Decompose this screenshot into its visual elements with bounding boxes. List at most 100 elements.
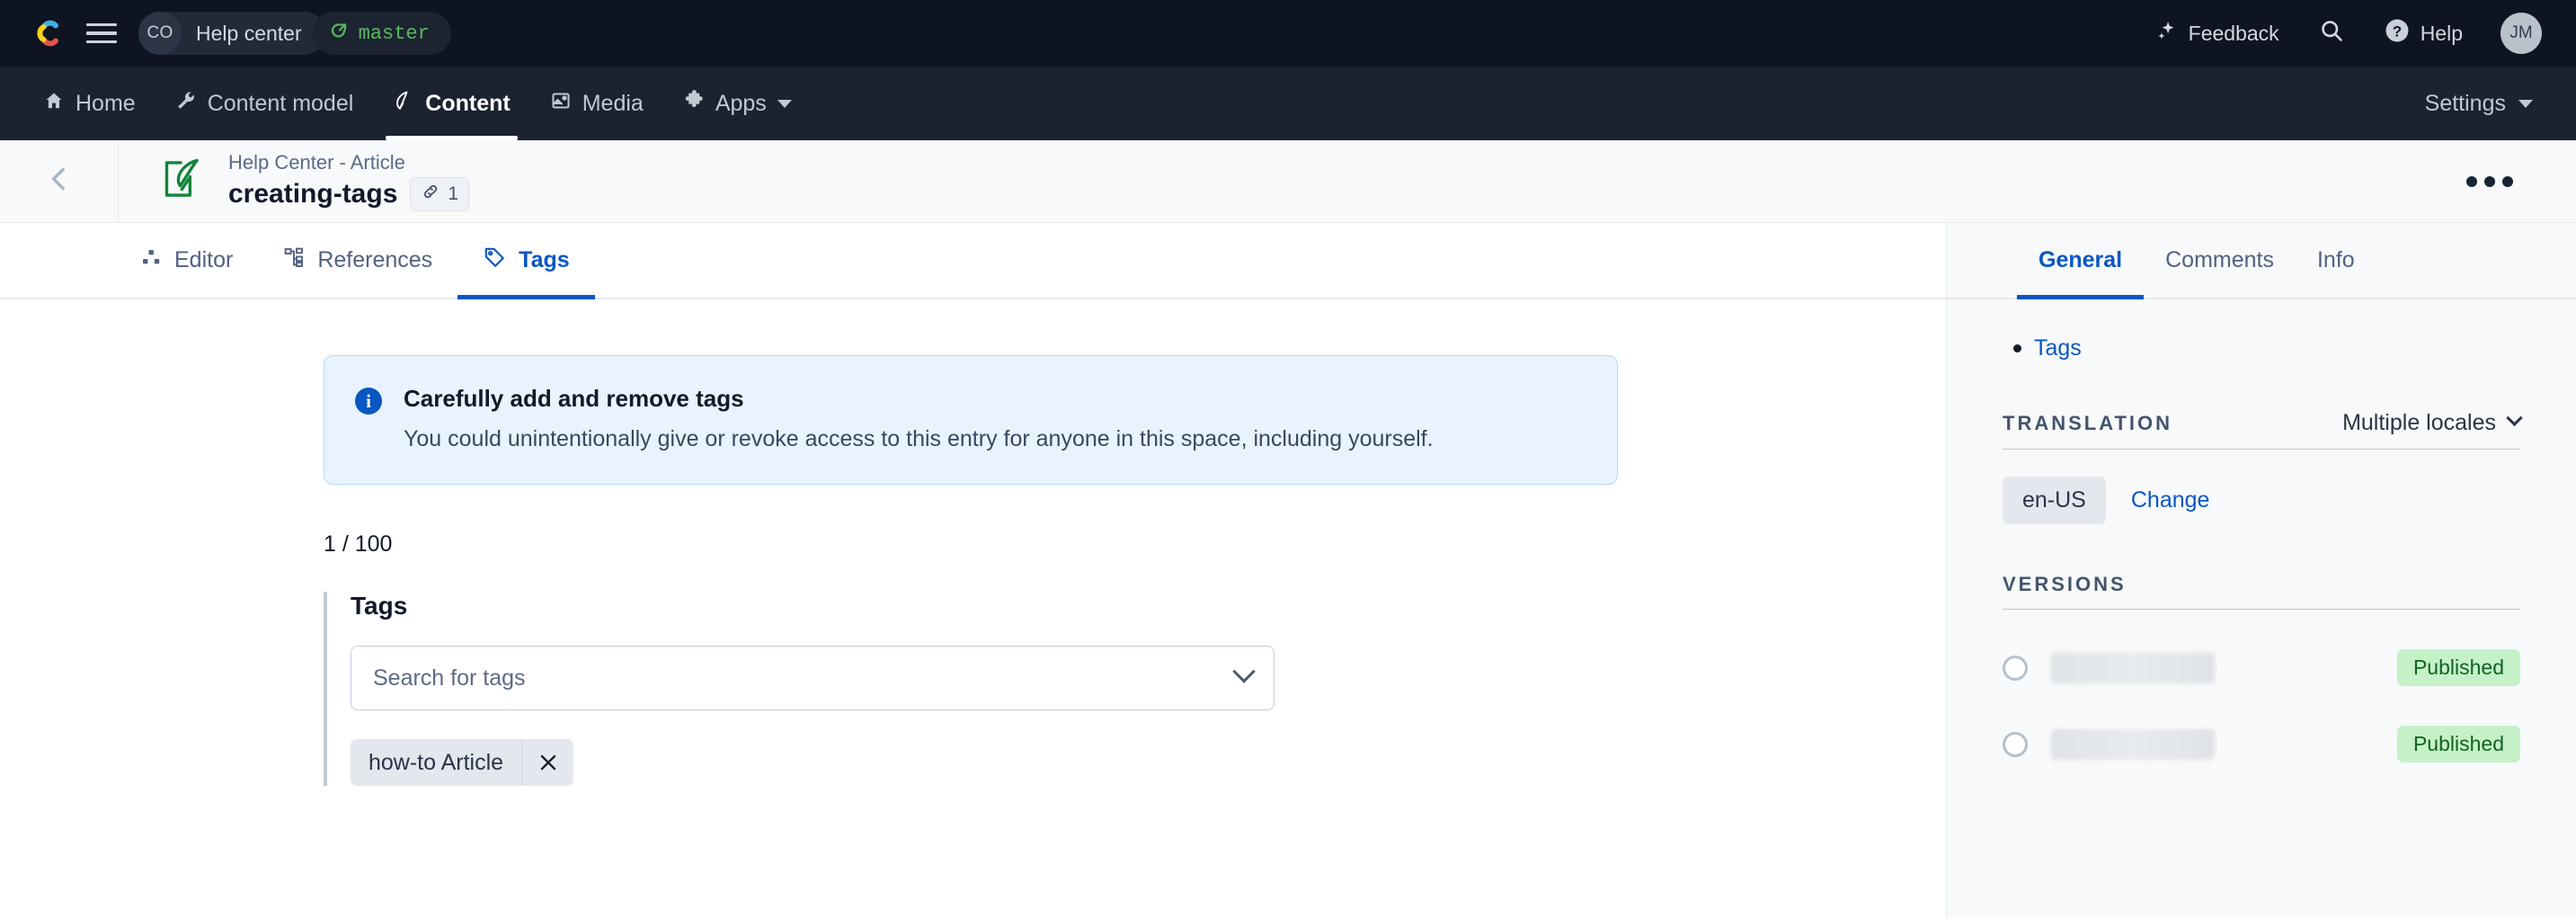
image-icon — [550, 90, 572, 118]
chevron-down-icon — [1232, 660, 1255, 683]
entry-content-type: Help Center - Article — [228, 151, 469, 174]
top-bar: CO Help center master Feedback — [0, 0, 2576, 67]
sidebar: General Comments Info Tags TRANSLATION M… — [1947, 223, 2576, 918]
main-navigation: Home Content model Content Media — [0, 67, 2576, 140]
versions-title: VERSIONS — [2003, 573, 2127, 596]
tab-label: References — [317, 247, 432, 273]
change-locale-link[interactable]: Change — [2131, 487, 2210, 513]
version-radio[interactable] — [2003, 656, 2028, 681]
tags-counter: 1 / 100 — [324, 531, 1946, 558]
info-banner-body: You could unintentionally give or revoke… — [404, 423, 1434, 455]
feedback-button[interactable]: Feedback — [2136, 0, 2299, 67]
version-row[interactable]: Published — [2003, 726, 2520, 763]
chevron-down-icon — [777, 100, 792, 108]
sidebar-content: Tags TRANSLATION Multiple locales en-US … — [1947, 335, 2576, 763]
puzzle-piece-icon — [683, 90, 705, 118]
version-row[interactable]: Published — [2003, 649, 2520, 686]
nav-item-content-model[interactable]: Content model — [155, 67, 374, 140]
link-icon — [421, 182, 440, 207]
contentful-logo-icon[interactable] — [34, 17, 67, 49]
tag-icon — [483, 245, 506, 275]
locales-selector[interactable]: Multiple locales — [2342, 410, 2520, 436]
info-banner: i Carefully add and remove tags You coul… — [324, 355, 1618, 485]
article-feather-icon — [153, 151, 209, 211]
body: Editor References — [0, 223, 2576, 918]
locales-selector-label: Multiple locales — [2342, 410, 2496, 436]
avatar[interactable]: JM — [2500, 13, 2542, 54]
editor-blocks-icon — [140, 246, 162, 274]
settings-menu[interactable]: Settings — [2405, 67, 2553, 140]
info-banner-title: Carefully add and remove tags — [404, 385, 1434, 413]
version-label-placeholder — [2051, 729, 2215, 760]
selected-tag-pill[interactable]: how-to Article — [351, 739, 573, 786]
version-label-placeholder — [2051, 653, 2215, 683]
top-bar-actions: Feedback ? Help JM — [2136, 0, 2542, 67]
space-avatar: CO — [138, 12, 182, 55]
nav-item-content[interactable]: Content — [373, 67, 529, 140]
version-radio[interactable] — [2003, 732, 2028, 757]
entry-actions-menu[interactable] — [2454, 164, 2526, 200]
active-locale-badge: en-US — [2003, 477, 2106, 524]
tab-tags[interactable]: Tags — [457, 223, 595, 298]
entry-header: Help Center - Article creating-tags 1 — [0, 140, 2576, 223]
sidebar-tab-label: Comments — [2165, 247, 2274, 273]
sidebar-tab-label: Info — [2317, 247, 2355, 273]
question-mark-circle-icon: ? — [2384, 17, 2411, 49]
sidebar-tab-general[interactable]: General — [2017, 223, 2144, 298]
main-content: Editor References — [0, 223, 1947, 918]
help-button[interactable]: ? Help — [2364, 0, 2483, 67]
entry-tabs: Editor References — [0, 223, 1946, 299]
nav-label: Media — [582, 91, 644, 117]
ellipsis-dot — [2466, 176, 2477, 187]
translation-section-header: TRANSLATION Multiple locales — [2003, 410, 2520, 450]
bullet-icon — [2013, 344, 2021, 352]
ellipsis-dot — [2484, 176, 2495, 187]
search-button[interactable] — [2299, 0, 2364, 67]
nav-label: Apps — [715, 91, 767, 117]
pen-nib-icon — [393, 90, 414, 118]
sidebar-tags-link-row: Tags — [2003, 335, 2520, 361]
references-tree-icon — [283, 246, 305, 274]
chevron-down-icon — [2518, 100, 2533, 108]
sidebar-tags-link[interactable]: Tags — [2034, 335, 2082, 361]
nav-item-apps[interactable]: Apps — [663, 67, 812, 140]
entry-identity: Help Center - Article creating-tags 1 — [119, 151, 469, 211]
nav-label: Content — [425, 91, 510, 117]
links-badge[interactable]: 1 — [410, 177, 469, 211]
chevron-left-icon — [44, 164, 75, 199]
nav-item-media[interactable]: Media — [530, 67, 663, 140]
environment-pill[interactable]: master — [313, 12, 451, 55]
back-button[interactable] — [0, 140, 119, 223]
sidebar-tabs: General Comments Info — [1947, 223, 2576, 299]
wrench-icon — [175, 90, 197, 118]
environment-name: master — [359, 22, 430, 45]
info-circle-icon: i — [355, 388, 382, 415]
space-name: Help center — [182, 22, 325, 46]
nav-item-home[interactable]: Home — [23, 67, 155, 140]
sparkles-icon — [2155, 19, 2179, 48]
tab-references[interactable]: References — [258, 223, 457, 298]
tab-label: Editor — [174, 247, 233, 273]
links-count: 1 — [448, 183, 458, 205]
tab-label: Tags — [519, 247, 570, 273]
sidebar-tab-info[interactable]: Info — [2296, 223, 2376, 298]
space-environment-selector[interactable]: CO Help center — [138, 12, 325, 55]
nav-label: Content model — [208, 91, 354, 117]
home-icon — [43, 90, 65, 118]
feedback-label: Feedback — [2189, 22, 2279, 46]
sidebar-tab-comments[interactable]: Comments — [2144, 223, 2296, 298]
help-label: Help — [2421, 22, 2463, 46]
selected-tag-label: how-to Article — [351, 739, 521, 786]
tab-editor[interactable]: Editor — [115, 223, 258, 298]
sidebar-tab-label: General — [2039, 247, 2122, 273]
search-icon — [2319, 18, 2344, 49]
tag-search-placeholder: Search for tags — [373, 665, 1236, 691]
close-x-icon[interactable] — [521, 739, 573, 786]
tags-field-label: Tags — [351, 592, 1618, 620]
svg-text:?: ? — [2393, 23, 2402, 40]
status-badge: Published — [2397, 726, 2520, 763]
versions-section-header: VERSIONS — [2003, 573, 2520, 610]
hamburger-menu-icon[interactable] — [86, 20, 117, 47]
locale-row: en-US Change — [2003, 477, 2520, 524]
tag-search-input[interactable]: Search for tags — [351, 646, 1275, 710]
